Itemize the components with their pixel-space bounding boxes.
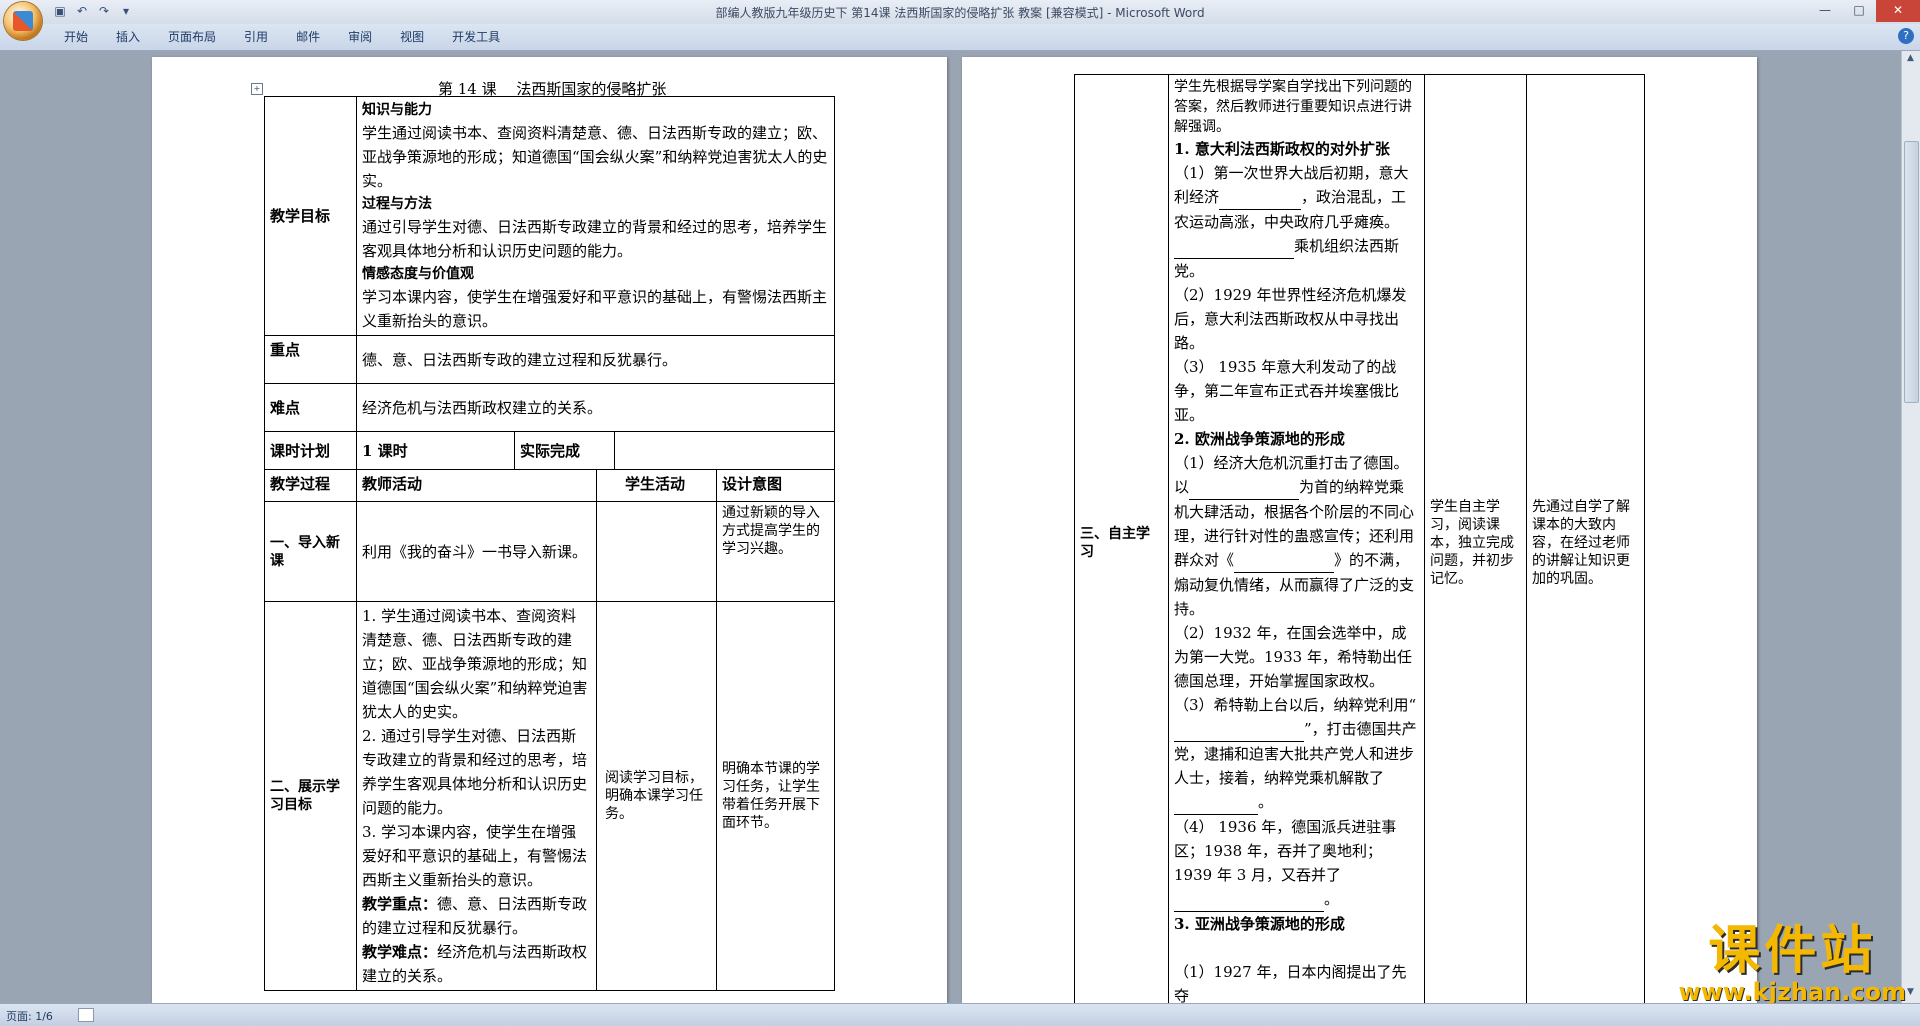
goal-p3: 学习本课内容，使学生在增强爱好和平意识的基础上，有警惕法西斯主义重新抬头的意识。	[362, 288, 828, 330]
page-indicator[interactable]: 页面: 1/6	[6, 1008, 53, 1024]
status-bar: 页面: 1/6	[0, 1003, 1920, 1026]
watermark-text: 课件站	[1708, 921, 1877, 981]
self-study-intro: 学生先根据导学案自学找出下列问题的答案，然后教师进行重要知识点进行讲解强调。	[1174, 79, 1412, 135]
empty-paragraph	[1174, 936, 1419, 960]
fill-blank[interactable]	[1234, 548, 1335, 573]
s2-4-text-b: 。	[1324, 890, 1340, 908]
watermark-logo: 课件站 www.kjzhan.com	[1679, 923, 1906, 1005]
section-1-item-3: （3） 1935 年意大利发动了的战争，第二年宣布正式吞并埃塞俄比亚。	[1174, 358, 1400, 424]
goal-content: 知识与能力 学生通过阅读书本、查阅资料清楚意、德、日法西斯专政的建立；欧、亚战争…	[355, 96, 836, 336]
fill-blank[interactable]	[1174, 717, 1304, 742]
fill-blank[interactable]	[1174, 234, 1294, 259]
scrollbar-thumb[interactable]	[1904, 141, 1919, 403]
section-3-title: 3. 亚洲战争策源地的形成	[1174, 915, 1345, 933]
s2-3-text-a: （3）希特勒上台以后，纳粹党利用“	[1174, 696, 1417, 714]
difficulty-label: 难点	[264, 383, 357, 432]
actual-label: 实际完成	[514, 431, 615, 470]
header-teacher: 教师活动	[356, 469, 597, 502]
header-student: 学生活动	[596, 469, 717, 502]
tab-view[interactable]: 视图	[386, 29, 438, 45]
row2-difficulty-label: 教学难点：	[362, 943, 438, 961]
row2-teacher-difficulty: 教学难点：经济危机与法西斯政权建立的关系。	[362, 940, 591, 988]
row2-teacher-item-2: 2. 通过引导学生对德、日法西斯专政建立的背景和经过的思考，培养学生客观具体地分…	[362, 727, 588, 817]
row2-intent: 明确本节课的学习任务，让学生带着任务开展下面环节。	[715, 601, 836, 991]
tab-developer[interactable]: 开发工具	[438, 29, 514, 45]
fill-blank[interactable]	[1174, 790, 1258, 815]
section-1-title: 1. 意大利法西斯政权的对外扩张	[1174, 140, 1390, 158]
section-1-item-1: （1）第一次世界大战后初期，意大利经济 ，政治混乱，工农运动高涨，中央政府几乎瘫…	[1174, 161, 1419, 283]
maximize-button[interactable]: □	[1842, 0, 1876, 22]
section-2-item-4: （4） 1936 年，德国派兵进驻事区；1938 年，吞并了奥地利；1939 年…	[1174, 815, 1419, 912]
tab-home[interactable]: 开始	[50, 29, 102, 45]
goal-p1: 学生通过阅读书本、查阅资料清楚意、德、日法西斯专政的建立；欧、亚战争策源地的形成…	[362, 124, 828, 190]
row2-key-label: 教学重点：	[362, 895, 438, 913]
goal-h1: 知识与能力	[362, 102, 432, 118]
row2-student: 阅读学习目标，明确本课学习任务。	[596, 601, 717, 991]
row2-teacher: 1. 学生通过阅读书本、查阅资料清楚意、德、日法西斯专政的建立；欧、亚战争策源地…	[356, 601, 597, 991]
goal-p2: 通过引导学生对德、日法西斯专政建立的背景和经过的思考，培养学生客观具体地分析和认…	[362, 218, 828, 260]
close-button[interactable]: ✕	[1876, 0, 1920, 22]
scroll-up-icon[interactable]: ▲	[1904, 53, 1917, 67]
ribbon-tabs: 开始 插入 页面布局 引用 邮件 审阅 视图 开发工具	[50, 29, 514, 45]
section-2-item-2: （2）1932 年，在国会选举中，成为第一大党。1933 年，希特勒出任德国总理…	[1174, 624, 1412, 690]
window-controls: — □ ✕	[1808, 0, 1920, 22]
row1-intent: 通过新颖的导入方式提高学生的学习兴趣。	[715, 501, 836, 602]
section-3-item-1: （1）1927 年，日本内阁提出了先夺	[1174, 963, 1407, 1005]
table-move-handle-icon[interactable]: +	[251, 83, 263, 95]
office-logo-icon	[13, 11, 33, 31]
plan-value: 1 课时	[356, 431, 515, 470]
fill-blank[interactable]	[1189, 475, 1300, 500]
title-bar: ▣ ↶ ↷ ▾ 部编人教版九年级历史下 第14课 法西斯国家的侵略扩张 教案 […	[0, 0, 1920, 25]
section-1-item-2: （2）1929 年世界性经济危机爆发后，意大利法西斯政权从中寻找出路。	[1174, 286, 1407, 352]
help-icon[interactable]: ?	[1898, 28, 1914, 44]
goal-label: 教学目标	[264, 96, 357, 336]
goal-h2: 过程与方法	[362, 196, 432, 212]
window-title: 部编人教版九年级历史下 第14课 法西斯国家的侵略扩张 教案 [兼容模式] - …	[715, 6, 1205, 20]
row1-stage: 一、导入新课	[264, 501, 357, 602]
header-intent: 设计意图	[715, 469, 836, 502]
row2-teacher-item-1: 1. 学生通过阅读书本、查阅资料清楚意、德、日法西斯专政的建立；欧、亚战争策源地…	[362, 607, 588, 721]
s2-3-text-c: 。	[1258, 793, 1274, 811]
section-2-item-3: （3）希特勒上台以后，纳粹党利用“ ”，打击德国共产党，逮捕和迫害大批共产党人和…	[1174, 693, 1419, 815]
row2-teacher-key: 教学重点：德、意、日法西斯专政的建立过程和反犹暴行。	[362, 892, 591, 940]
section-2-item-1: （1）经济大危机沉重打击了德国。以 为首的纳粹党乘机大肆活动，根据各个阶层的不同…	[1174, 451, 1419, 621]
plan-label: 课时计划	[264, 431, 357, 470]
ribbon: 开始 插入 页面布局 引用 邮件 审阅 视图 开发工具 ?	[0, 24, 1920, 51]
watermark-url: www.kjzhan.com	[1678, 978, 1906, 1006]
self-study-student: 学生自主学习，阅读课本，独立完成问题，并初步记忆。	[1424, 74, 1527, 1011]
row1-student	[596, 501, 717, 602]
actual-value	[613, 431, 836, 470]
difficulty-text: 经济危机与法西斯政权建立的关系。	[355, 383, 836, 432]
office-button[interactable]	[4, 2, 42, 40]
tab-insert[interactable]: 插入	[102, 29, 154, 45]
tab-review[interactable]: 审阅	[334, 29, 386, 45]
self-study-intent: 先通过自学了解课本的大致内容，在经过老师的讲解让知识更加的巩固。	[1526, 74, 1645, 1011]
row2-teacher-item-3: 3. 学习本课内容，使学生在增强爱好和平意识的基础上，有警惕法西斯主义重新抬头的…	[362, 823, 588, 889]
tab-page-layout[interactable]: 页面布局	[154, 29, 230, 45]
key-label: 重点	[264, 335, 357, 384]
proofing-icon[interactable]	[78, 1008, 94, 1022]
tab-references[interactable]: 引用	[230, 29, 282, 45]
vertical-scrollbar[interactable]: ▲ ▼	[1901, 51, 1920, 1003]
s2-4-text-a: （4） 1936 年，德国派兵进驻事区；1938 年，吞并了奥地利；1939 年…	[1174, 818, 1397, 884]
row1-teacher: 利用《我的奋斗》一书导入新课。	[356, 501, 597, 602]
self-study-content: 学生先根据导学案自学找出下列问题的答案，然后教师进行重要知识点进行讲解强调。 1…	[1168, 74, 1425, 1011]
fill-blank[interactable]	[1219, 185, 1302, 210]
goal-h3: 情感态度与价值观	[362, 266, 474, 282]
fill-blank[interactable]	[1174, 887, 1324, 912]
key-text: 德、意、日法西斯专政的建立过程和反犹暴行。	[355, 335, 836, 384]
self-study-stage: 三、自主学习	[1074, 74, 1169, 1011]
minimize-button[interactable]: —	[1808, 0, 1842, 22]
header-process: 教学过程	[264, 469, 357, 502]
tab-mailings[interactable]: 邮件	[282, 29, 334, 45]
self-study-table: 三、自主学习 学生先根据导学案自学找出下列问题的答案，然后教师进行重要知识点进行…	[1074, 74, 1645, 1011]
section-2-title: 2. 欧洲战争策源地的形成	[1174, 430, 1345, 448]
lesson-table: 教学目标 知识与能力 学生通过阅读书本、查阅资料清楚意、德、日法西斯专政的建立；…	[264, 96, 836, 991]
row2-stage: 二、展示学习目标	[264, 601, 357, 991]
